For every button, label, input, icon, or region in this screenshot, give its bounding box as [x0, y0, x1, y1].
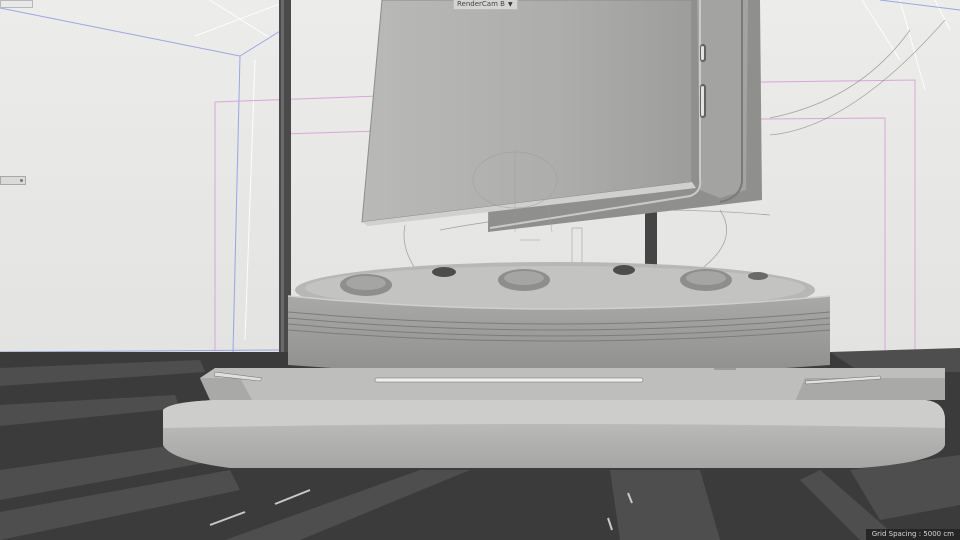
monitor-stand-pole	[645, 212, 657, 272]
viewport-corner-widget[interactable]	[0, 0, 33, 8]
camera-selector[interactable]: RenderCam B ▼	[453, 0, 518, 10]
camera-name: RenderCam B	[457, 0, 505, 8]
viewport-side-handle[interactable]	[0, 176, 26, 185]
triangle-down-icon[interactable]: ▼	[508, 0, 513, 9]
3d-viewport[interactable]: RenderCam B ▼ Grid Spacing : 5000 cm	[0, 0, 960, 540]
scene-render	[0, 0, 960, 540]
handle-dot-icon	[20, 179, 23, 182]
grid-spacing-readout: Grid Spacing : 5000 cm	[865, 529, 960, 540]
